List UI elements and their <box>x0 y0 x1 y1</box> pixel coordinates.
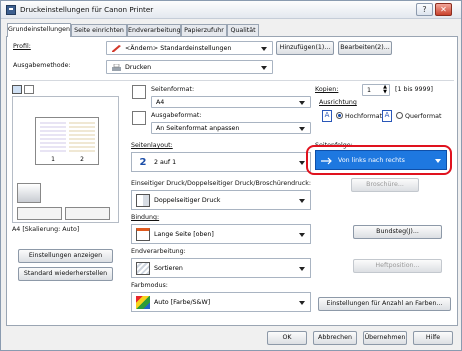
binding-value: Lange Seite [oben] <box>154 231 214 238</box>
page-layout-label: Seitenlayout: <box>131 142 173 149</box>
arrow-right-icon <box>321 157 332 165</box>
preview-pane: 1 2 <box>12 96 119 223</box>
landscape-radio[interactable] <box>396 112 403 119</box>
preview-page-left <box>40 122 66 154</box>
staple-preview-icon <box>65 207 110 220</box>
profile-select[interactable]: <Ändern> Standardeinstellungen <box>106 41 273 55</box>
duplex-preview-icon <box>17 207 62 220</box>
tab-basic-settings[interactable]: Grundeinstellungen <box>7 23 71 37</box>
page-order-select[interactable]: Von links nach rechts <box>315 150 447 170</box>
edit-profile-button[interactable]: Bearbeiten(2)... <box>338 41 392 55</box>
page-format-value: A4 <box>156 99 165 106</box>
chevron-down-icon <box>299 127 305 131</box>
gutter-button[interactable]: Bundsteg(J)... <box>353 225 442 239</box>
print-settings-dialog: Druckeinstellungen für Canon Printer ? ✕… <box>0 0 462 351</box>
binding-label: Bindung: <box>131 214 160 221</box>
finishing-select[interactable]: Sortieren <box>131 258 311 278</box>
printer-icon <box>6 5 16 15</box>
collate-icon <box>136 262 150 275</box>
page-number-right: 2 <box>80 156 84 163</box>
page-format-label: Seitenformat: <box>151 86 195 93</box>
chevron-down-icon <box>261 47 267 51</box>
portrait-icon: A <box>322 110 332 122</box>
show-settings-button[interactable]: Einstellungen anzeigen <box>18 249 113 263</box>
ok-button[interactable]: OK <box>267 331 307 345</box>
preview-mode-icon[interactable] <box>12 85 22 94</box>
printer-icon <box>112 64 121 71</box>
chevron-down-icon <box>299 101 305 105</box>
apply-button[interactable]: Übernehmen <box>363 331 407 345</box>
spinner-icon[interactable]: ▲ ▼ <box>383 85 387 95</box>
output-method-label: Ausgabemethode: <box>13 62 71 69</box>
chevron-down-icon <box>299 233 305 237</box>
chevron-down-icon <box>435 159 441 163</box>
restore-defaults-button[interactable]: Standard wiederherstellen <box>18 267 113 281</box>
settings-mode-icon[interactable] <box>24 85 34 94</box>
layout-2up-icon: 2 <box>139 157 147 168</box>
output-format-value: An Seitenformat anpassen <box>156 125 240 132</box>
color-mode-label: Farbmodus: <box>131 282 168 289</box>
page-layout-value: 2 auf 1 <box>154 159 177 166</box>
page-layout-select[interactable]: 2 2 auf 1 <box>131 152 311 172</box>
tab-panel: Profil: <Ändern> Standardeinstellungen H… <box>6 36 458 326</box>
close-icon[interactable]: ✕ <box>435 3 452 16</box>
portrait-radio[interactable] <box>336 112 343 119</box>
tab-quality[interactable]: Qualität <box>227 24 259 36</box>
chevron-down-icon <box>299 161 305 165</box>
page-format-icon <box>132 85 146 99</box>
duplex-icon <box>136 194 150 207</box>
copies-input[interactable]: 1 ▲ ▼ <box>362 84 390 96</box>
color-icon <box>136 296 150 309</box>
page-format-select[interactable]: A4 <box>151 96 311 108</box>
page-number-left: 1 <box>51 156 55 163</box>
preview-caption: A4 [Skalierung: Auto] <box>12 226 80 233</box>
chevron-down-icon <box>299 199 305 203</box>
preview-sheet: 1 2 <box>35 117 99 165</box>
printer-preview-icon <box>17 183 41 203</box>
binding-icon <box>136 228 150 241</box>
duplex-value: Doppelseitiger Druck <box>154 197 221 204</box>
booklet-button[interactable]: Broschüre... <box>351 178 419 192</box>
chevron-down-icon <box>261 66 267 70</box>
profile-value: <Ändern> Standardeinstellungen <box>125 45 232 52</box>
tab-finishing[interactable]: Endverarbeitung <box>127 24 181 36</box>
profile-label: Profil: <box>13 43 31 50</box>
color-count-settings-button[interactable]: Einstellungen für Anzahl an Farben... <box>318 297 451 311</box>
help-button[interactable]: Hilfe <box>413 331 453 345</box>
portrait-label: Hochformat <box>345 113 383 120</box>
chevron-down-icon <box>299 267 305 271</box>
landscape-label: Querformat <box>405 113 442 120</box>
output-method-select[interactable]: Drucken <box>106 60 273 74</box>
tab-page-setup[interactable]: Seite einrichten <box>71 24 127 36</box>
binding-select[interactable]: Lange Seite [oben] <box>131 224 311 244</box>
color-mode-value: Auto [Farbe/S&W] <box>154 299 211 306</box>
window-title: Druckeinstellungen für Canon Printer <box>20 5 154 14</box>
orientation-label: Ausrichtung <box>319 99 357 106</box>
page-order-value: Von links nach rechts <box>338 157 405 164</box>
title-bar: Druckeinstellungen für Canon Printer ? ✕ <box>1 1 461 19</box>
tab-paper-source[interactable]: Papierzufuhr <box>181 24 227 36</box>
pencil-icon <box>112 45 121 52</box>
cancel-button[interactable]: Abbrechen <box>313 331 357 345</box>
copies-label: Kopien: <box>315 86 339 93</box>
divider <box>11 80 454 81</box>
chevron-down-icon <box>299 301 305 305</box>
add-profile-button[interactable]: Hinzufügen(1)... <box>276 41 334 55</box>
finishing-value: Sortieren <box>154 265 183 272</box>
duplex-select[interactable]: Doppelseitiger Druck <box>131 190 311 210</box>
help-title-icon[interactable]: ? <box>416 3 433 16</box>
output-method-value: Drucken <box>125 64 152 71</box>
output-format-icon <box>132 111 146 125</box>
output-format-select[interactable]: An Seitenformat anpassen <box>151 122 311 134</box>
finishing-label: Endverarbeitung: <box>131 248 186 255</box>
color-mode-select[interactable]: Auto [Farbe/S&W] <box>131 292 311 312</box>
duplex-label: Einseitiger Druck/Doppelseitiger Druck/B… <box>131 180 311 187</box>
output-format-label: Ausgabeformat: <box>151 112 202 119</box>
landscape-icon: A <box>382 110 392 122</box>
preview-page-right <box>69 122 95 154</box>
copies-range: [1 bis 9999] <box>395 86 433 93</box>
staple-position-button[interactable]: Heftposition... <box>353 259 442 273</box>
copies-value: 1 <box>367 87 372 94</box>
